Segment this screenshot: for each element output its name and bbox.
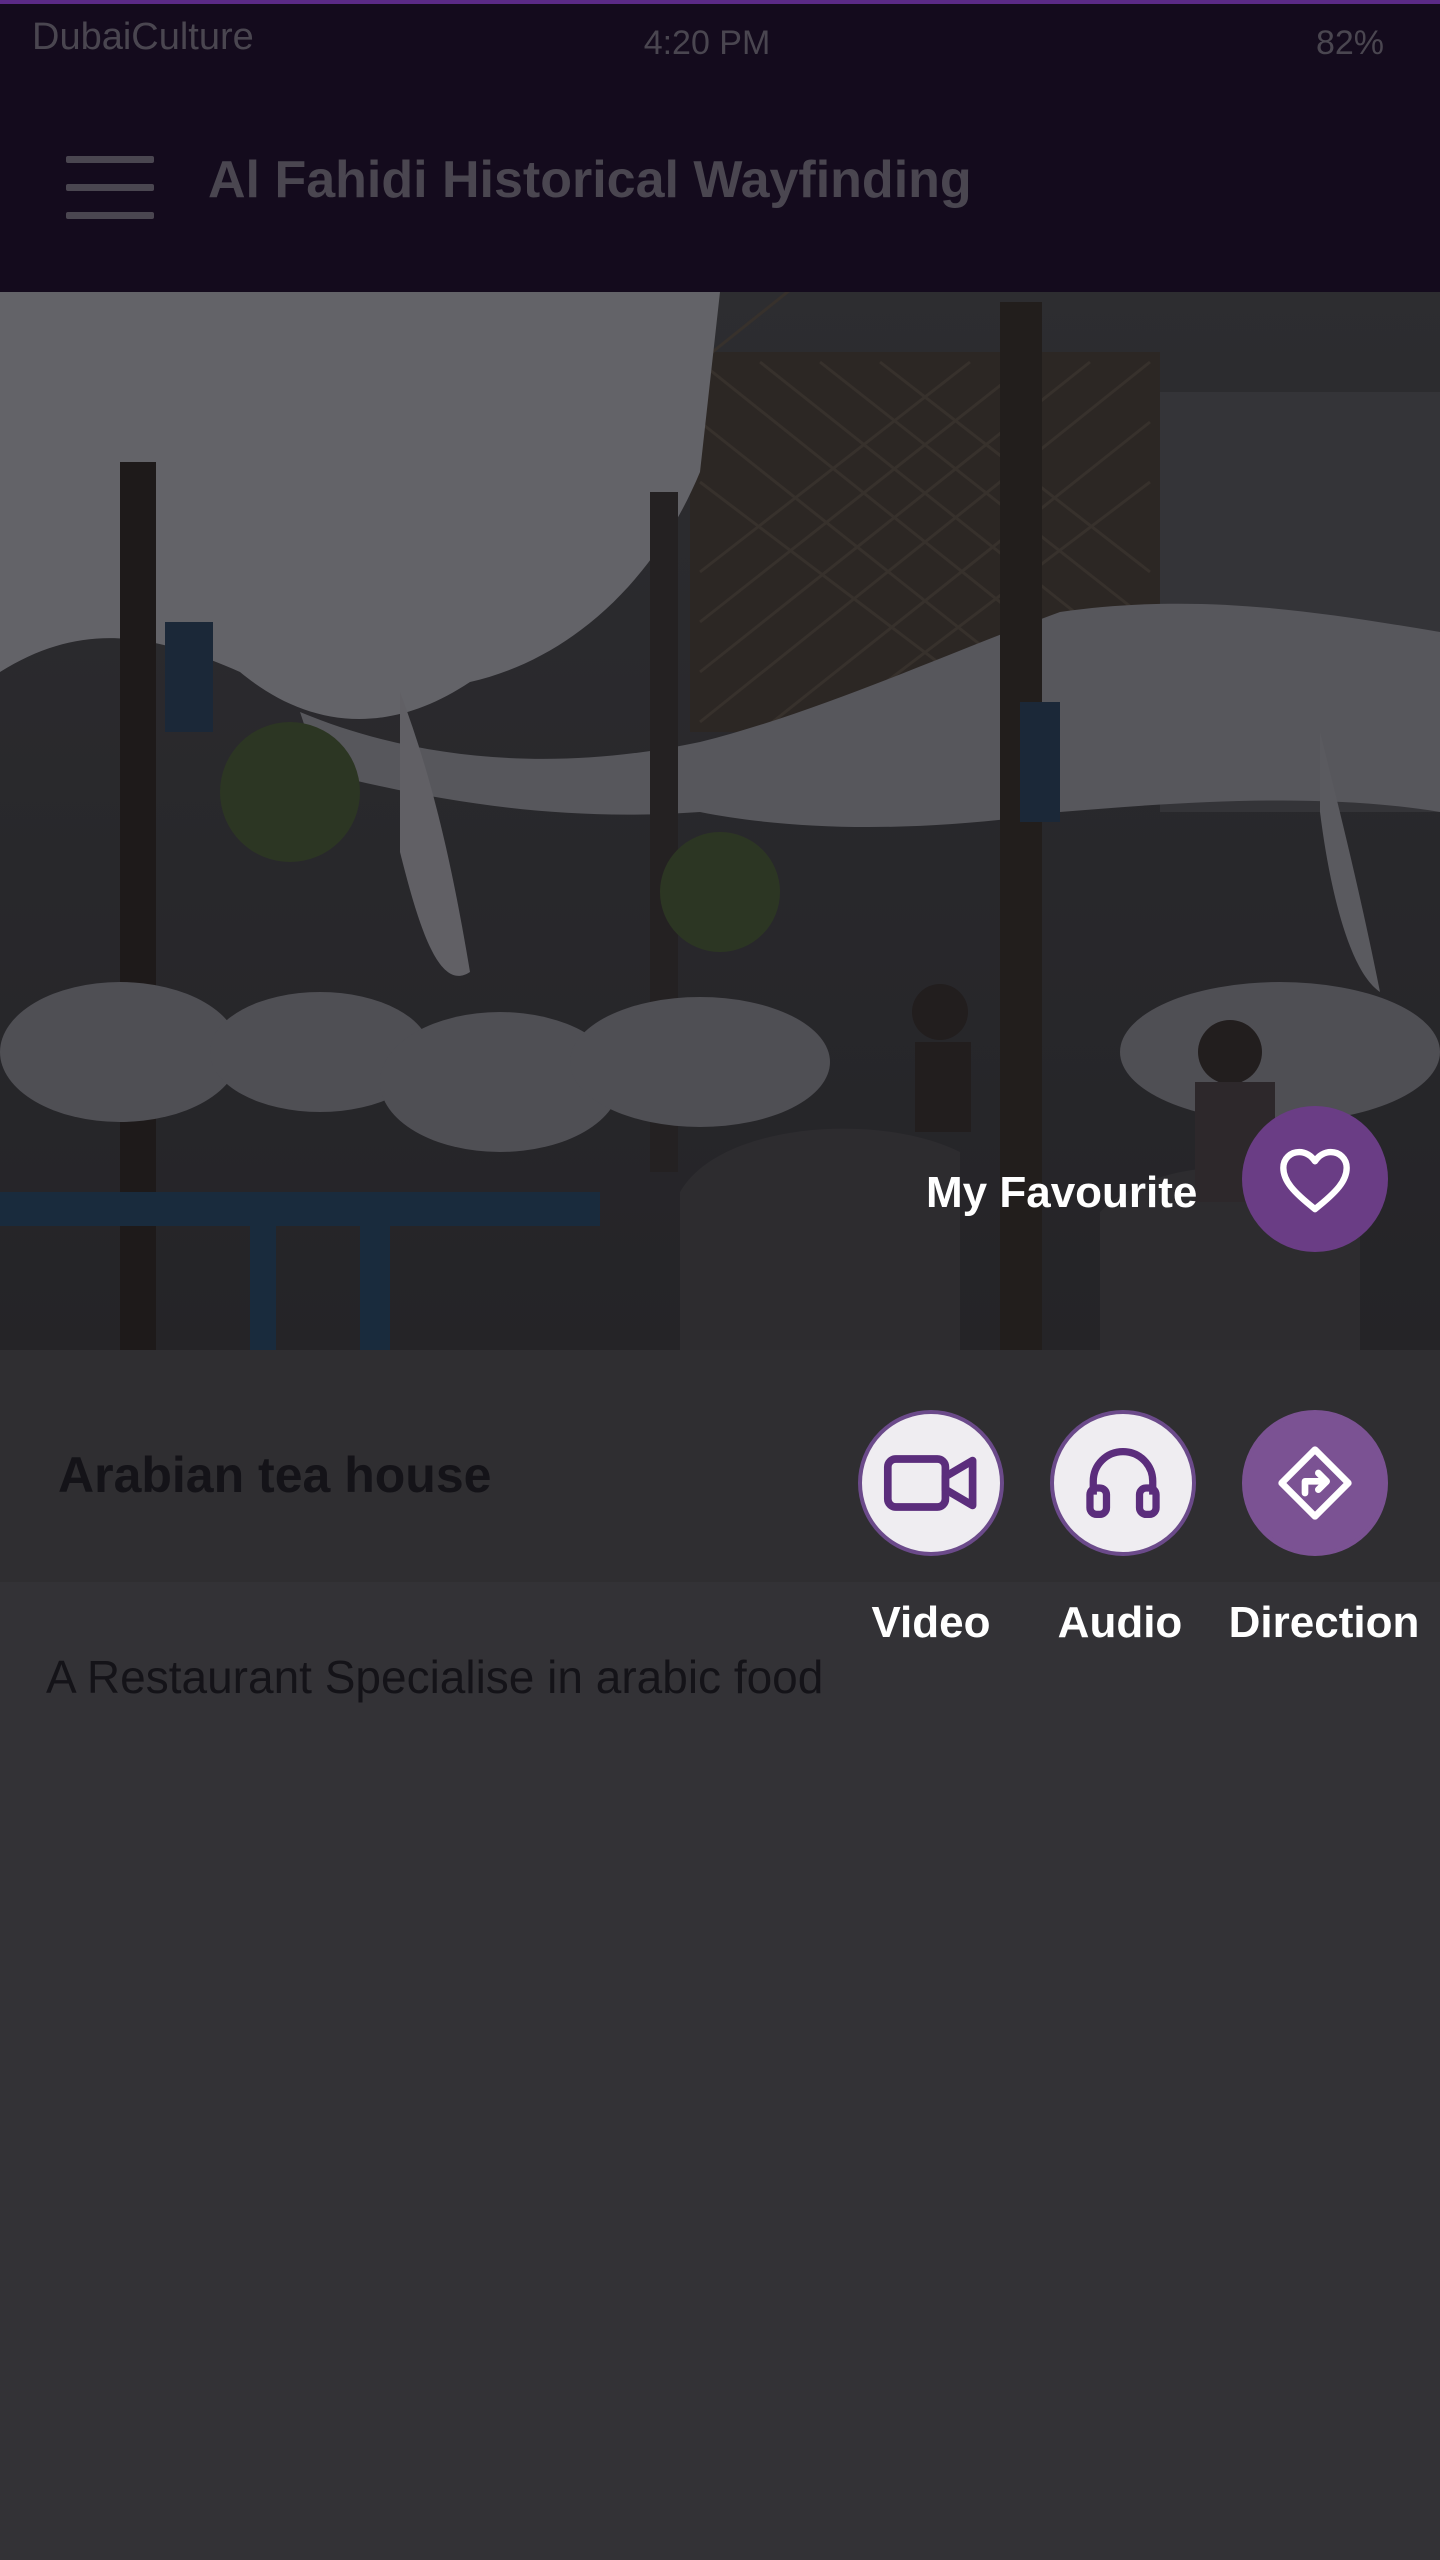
hamburger-menu-icon[interactable] [66,156,154,220]
hero-image [0,292,1440,1350]
battery-level: 82% [1315,24,1384,62]
page-title: Al Fahidi Historical Wayfinding [208,151,972,209]
video-label: Video [871,1598,991,1647]
heart-icon [1280,1148,1350,1213]
direction-label: Direction [1228,1598,1420,1647]
place-title: Arabian tea house [58,1447,492,1503]
app-bar: Al Fahidi Historical Wayfinding [0,84,1440,292]
direction-button[interactable] [1242,1410,1388,1556]
status-time: 4:20 PM [643,24,771,62]
video-button[interactable] [858,1410,1004,1556]
audio-button[interactable] [1050,1410,1196,1556]
audio-label: Audio [1057,1598,1183,1647]
status-bar: DubaiCulture 4:20 PM 82% [0,0,1440,84]
favourite-button[interactable] [1242,1106,1388,1252]
place-description: A Restaurant Specialise in arabic food [46,1651,824,1703]
favourite-label: My Favourite [926,1168,1198,1217]
direction-sign-icon [1278,1446,1352,1520]
video-camera-icon [883,1455,977,1511]
headphones-icon [1086,1447,1160,1519]
